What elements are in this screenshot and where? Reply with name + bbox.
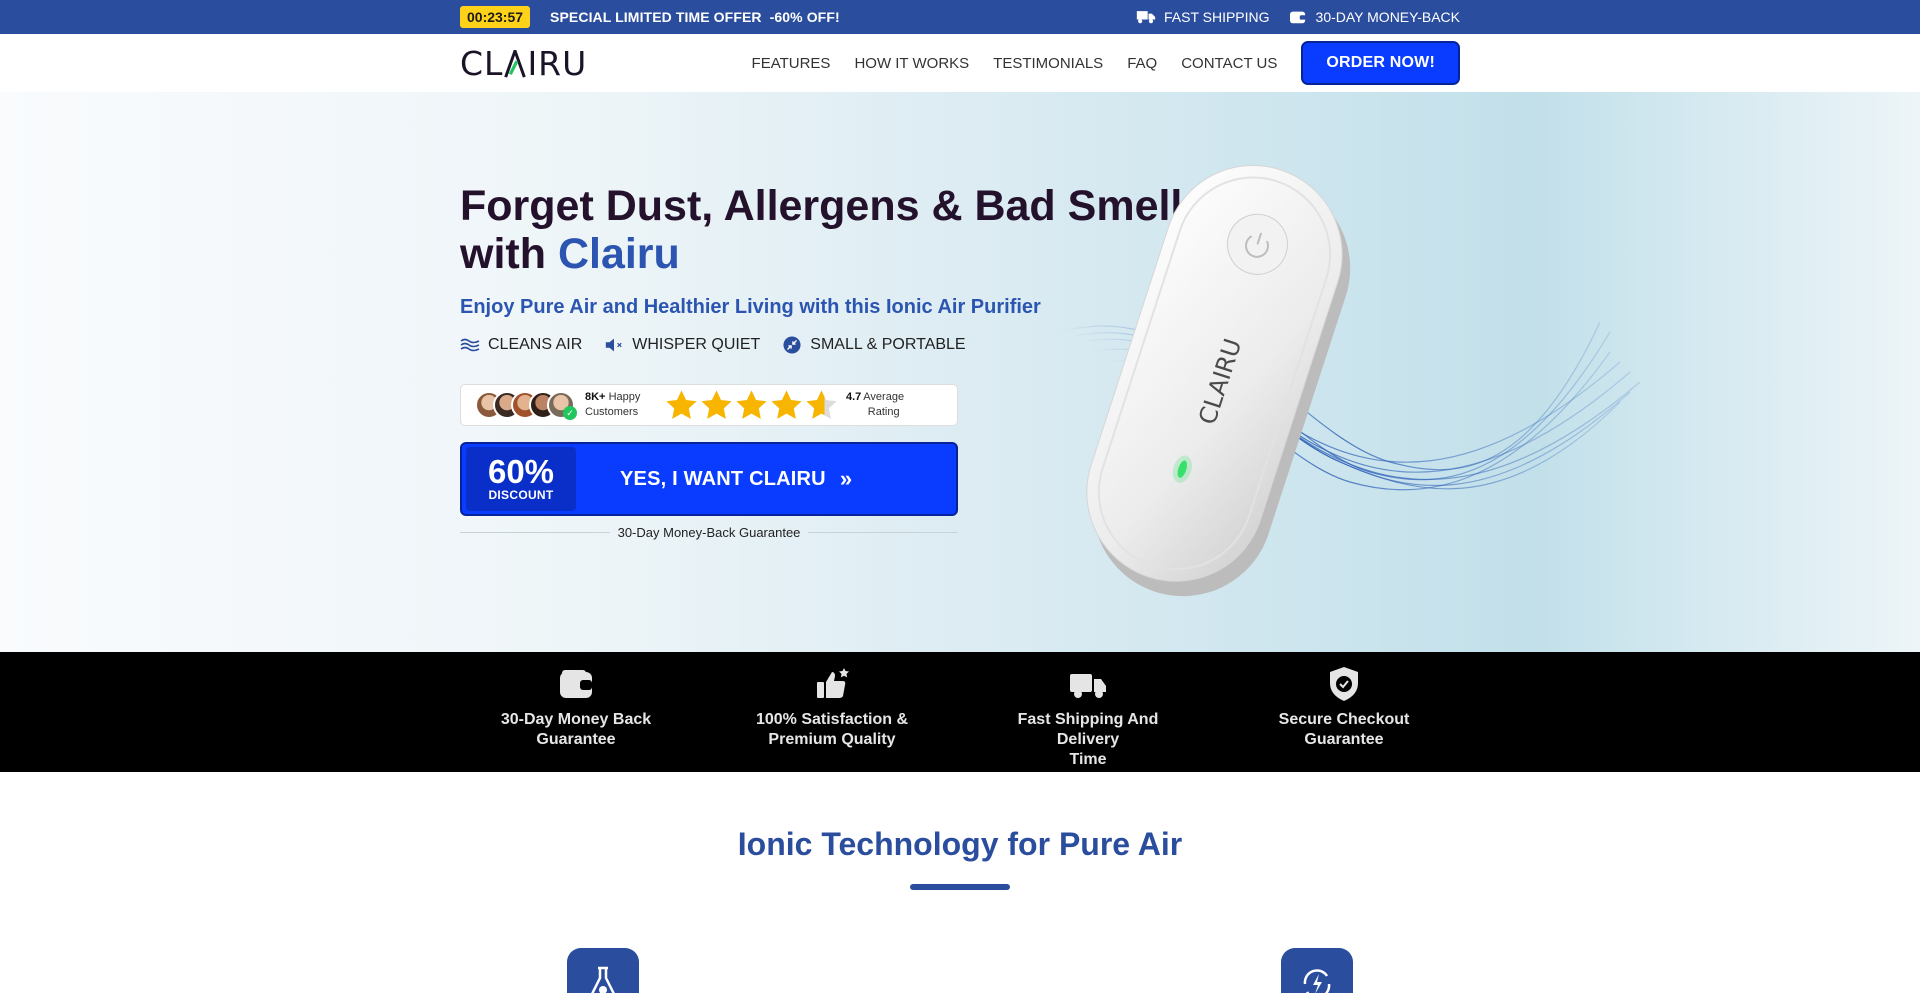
section-underline	[910, 884, 1010, 890]
customer-avatars	[475, 391, 577, 420]
mute-speaker-icon	[606, 338, 622, 352]
offer-banner: SPECIAL LIMITED TIME OFFER -60% OFF!	[550, 9, 840, 25]
trust-line1: Secure Checkout	[1278, 711, 1410, 728]
trust-line1: Fast Shipping And Delivery	[1017, 711, 1159, 748]
wallet-icon	[560, 670, 592, 698]
customers-label-1: Happy	[608, 391, 641, 403]
section-title: Ionic Technology for Pure Air	[737, 826, 1183, 862]
avatar	[547, 391, 577, 420]
rating-value: 4.7	[846, 391, 862, 403]
logo-accent-a	[503, 45, 527, 78]
star-rating	[665, 389, 838, 422]
average-rating: 4.7 Average Rating	[846, 390, 904, 420]
cta-label: YES, I WANT CLAIRU	[620, 467, 826, 490]
customers-count: 8K+	[585, 391, 606, 403]
buy-cta-button[interactable]: 60% DISCOUNT YES, I WANT CLAIRU »	[460, 442, 958, 516]
logo[interactable]: CL IRU	[460, 44, 587, 83]
compress-icon	[783, 336, 801, 354]
feature-whisper-quiet: WHISPER QUIET	[604, 336, 760, 354]
feature-small-portable: SMALL & PORTABLE	[782, 336, 966, 354]
trust-line1: 100% Satisfaction &	[755, 711, 909, 728]
nav-faq[interactable]: FAQ	[1127, 55, 1157, 72]
divider	[460, 531, 610, 533]
discount-percent: 60%	[487, 453, 555, 490]
trust-line2: Time	[1069, 751, 1107, 768]
bolt-refresh-icon	[1303, 969, 1331, 993]
customers-label-2: Customers	[585, 406, 639, 418]
wallet-icon	[1289, 11, 1306, 24]
air-waves-icon	[460, 338, 480, 352]
money-back-guarantee: 30-Day Money-Back Guarantee	[460, 522, 958, 542]
trust-fast-shipping: Fast Shipping And Delivery Time	[988, 666, 1188, 770]
trust-line2: Premium Quality	[768, 731, 896, 748]
money-back-label: 30-DAY MONEY-BACK	[1315, 9, 1460, 25]
trust-secure-checkout: Secure Checkout Guarantee	[1244, 666, 1444, 750]
feature-label: SMALL & PORTABLE	[810, 336, 966, 353]
flask-icon	[591, 966, 615, 993]
hero-title-with: with	[460, 230, 546, 278]
thumbs-up-icon	[817, 668, 849, 698]
nav-features[interactable]: FEATURES	[752, 55, 831, 72]
star-icon	[666, 389, 697, 419]
trust-bar: 30-Day Money Back Guarantee 100% Satisfac…	[0, 652, 1920, 772]
feature-icon-tile	[1281, 948, 1353, 993]
star-icon	[736, 389, 767, 419]
fast-shipping-badge: FAST SHIPPING	[1136, 9, 1270, 25]
main-nav: FEATURES HOW IT WORKS TESTIMONIALS FAQ C…	[752, 41, 1460, 85]
happy-customers: 8K+ Happy Customers	[585, 390, 665, 420]
feature-label: CLEANS AIR	[488, 336, 583, 353]
product-image: CLAIRU	[1059, 165, 1641, 597]
order-now-button[interactable]: ORDER NOW!	[1301, 41, 1460, 85]
fast-shipping-label: FAST SHIPPING	[1163, 9, 1270, 25]
logo-text-right: IRU	[527, 43, 588, 83]
promo-bar: 00:23:57 SPECIAL LIMITED TIME OFFER -60% …	[0, 0, 1920, 34]
site-header: CL IRU FEATURES HOW IT WORKS TESTIMONIAL…	[0, 34, 1920, 92]
nav-how-it-works[interactable]: HOW IT WORKS	[854, 55, 969, 72]
trust-line2: Guarantee	[1304, 731, 1384, 748]
discount-badge: 60% DISCOUNT	[466, 447, 576, 511]
double-chevron-right-icon: »	[839, 466, 853, 491]
star-icon	[701, 389, 732, 419]
rating-label-2: Rating	[867, 406, 900, 418]
feature-cleans-air: CLEANS AIR	[460, 336, 582, 354]
truck-icon	[1070, 674, 1106, 698]
shield-check-icon	[1330, 667, 1358, 701]
trust-satisfaction: 100% Satisfaction & Premium Quality	[732, 666, 932, 750]
half-star-icon	[806, 389, 837, 419]
divider	[808, 531, 958, 533]
trust-money-back: 30-Day Money Back Guarantee	[476, 666, 676, 750]
money-back-badge: 30-DAY MONEY-BACK	[1288, 9, 1460, 25]
hero-title-brand: Clairu	[557, 230, 680, 278]
hero-subtitle: Enjoy Pure Air and Healthier Living with…	[460, 296, 1041, 318]
social-proof-box: 8K+ Happy Customers 4.7 Average Rating	[460, 384, 958, 426]
logo-text-left: CL	[460, 43, 504, 83]
trust-line2: Guarantee	[536, 731, 616, 748]
guarantee-text: 30-Day Money-Back Guarantee	[617, 524, 801, 540]
hero-section: Forget Dust, Allergens & Bad Smells with…	[0, 92, 1920, 652]
nav-contact-us[interactable]: CONTACT US	[1181, 55, 1277, 72]
feature-list: CLEANS AIR WHISPER QUIET SMALL & PORTABL…	[460, 336, 966, 354]
rating-label-1: Average	[863, 391, 905, 403]
countdown-timer: 00:23:57	[460, 6, 531, 28]
star-icon	[771, 389, 802, 419]
offer-text: SPECIAL LIMITED TIME OFFER	[550, 9, 762, 25]
nav-testimonials[interactable]: TESTIMONIALS	[993, 55, 1103, 72]
offer-discount: -60% OFF!	[769, 9, 840, 25]
truck-icon	[1136, 11, 1156, 24]
feature-label: WHISPER QUIET	[632, 336, 761, 353]
discount-label: DISCOUNT	[488, 488, 554, 502]
trust-line1: 30-Day Money Back	[500, 711, 652, 728]
feature-icon-tile	[567, 948, 639, 993]
